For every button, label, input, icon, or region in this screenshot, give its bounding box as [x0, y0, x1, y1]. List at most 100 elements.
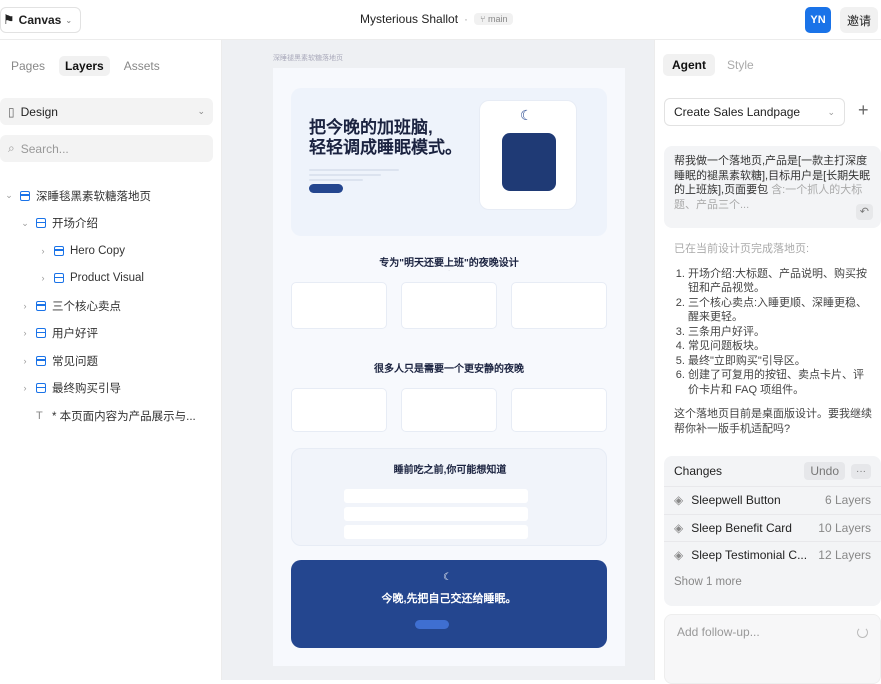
tab-agent[interactable]: Agent: [663, 54, 715, 76]
show-more-link[interactable]: Show 1 more: [664, 569, 881, 596]
review-card[interactable]: [291, 388, 387, 432]
answer-item: 三条用户好评。: [688, 325, 874, 340]
right-tabs: Agent Style: [663, 54, 754, 76]
text-icon: T: [36, 409, 43, 422]
change-count: 12 Layers: [818, 548, 871, 563]
layer-row[interactable]: ⌄ 深睡毯黑素软糖落地页: [0, 182, 220, 210]
chevron-right-icon[interactable]: ›: [20, 328, 30, 338]
change-row[interactable]: ◈ Sleepwell Button 6 Layers: [664, 486, 881, 514]
section-benefits-title: 专为"明天还要上班"的夜晚设计: [379, 258, 519, 269]
product-box: [502, 133, 556, 191]
branch-name: main: [487, 14, 508, 24]
tab-assets[interactable]: Assets: [118, 56, 166, 76]
page-icon: ▯: [8, 104, 15, 119]
left-panel: Pages Layers Assets ▯ Design ⌄ ⌕ Search.…: [0, 40, 222, 680]
new-conversation-icon[interactable]: +: [858, 100, 869, 121]
invite-button[interactable]: 邀请: [840, 7, 878, 33]
final-cta-section[interactable]: ☾ 今晚,先把自己交还给睡眠。: [291, 560, 607, 648]
branch-badge[interactable]: ⑂ main: [474, 13, 514, 25]
chevron-down-icon[interactable]: ⌄: [4, 190, 14, 201]
hero-section[interactable]: 把今晚的加班脑, 轻轻调成睡眠模式。 ☾: [291, 88, 607, 236]
layer-row[interactable]: › Hero Copy: [0, 237, 220, 265]
answer-intro: 已在当前设计页完成落地页:: [674, 243, 810, 255]
change-count: 6 Layers: [824, 493, 871, 508]
changes-title: Changes: [674, 464, 723, 478]
benefit-card[interactable]: [401, 282, 497, 329]
tab-layers[interactable]: Layers: [59, 56, 110, 76]
followup-placeholder: Add follow-up...: [677, 625, 760, 639]
cta-buy-button[interactable]: [415, 620, 449, 629]
logo-icon: ⚑: [3, 12, 15, 27]
benefit-card[interactable]: [291, 282, 387, 329]
design-label: Design: [20, 104, 58, 119]
canvas-label: Canvas: [18, 13, 62, 27]
change-row[interactable]: ◈ Sleep Testimonial C... 12 Layers: [664, 541, 881, 569]
frame-icon: [36, 355, 46, 366]
layer-row[interactable]: ⌄ 开场介绍: [0, 210, 220, 238]
design-select[interactable]: ▯ Design ⌄: [0, 98, 213, 125]
undo-button[interactable]: Undo: [804, 462, 845, 480]
layer-label: 开场介绍: [52, 218, 98, 231]
landing-page-frame[interactable]: 把今晚的加班脑, 轻轻调成睡眠模式。 ☾ 专为"明天还要上班"的夜晚设计 · 很…: [273, 68, 625, 666]
cta-title: 今晚,先把自己交还给睡眠。: [381, 593, 517, 605]
frame-icon: [54, 245, 64, 256]
chevron-down-icon[interactable]: ⌄: [20, 218, 30, 229]
layer-row[interactable]: T * 本页面内容为产品展示与...: [0, 402, 220, 430]
faq-item[interactable]: [344, 525, 528, 539]
hero-buy-button[interactable]: [309, 184, 343, 193]
chevron-right-icon[interactable]: ›: [38, 273, 48, 283]
change-name: Sleep Testimonial C...: [691, 548, 808, 563]
layer-row[interactable]: › 三个核心卖点: [0, 292, 220, 320]
revert-icon[interactable]: ↶: [855, 203, 873, 220]
more-options-button[interactable]: ···: [851, 463, 871, 479]
layer-row[interactable]: › 用户好评: [0, 320, 220, 348]
search-icon: ⌕: [8, 141, 15, 155]
chevron-right-icon[interactable]: ›: [20, 383, 30, 393]
frame-icon: [36, 300, 46, 311]
faq-item[interactable]: [344, 489, 528, 503]
review-card[interactable]: [511, 388, 607, 432]
chevron-down-icon: ⌄: [827, 106, 835, 117]
answer-item: 三个核心卖点:入睡更顺、深睡更稳、醒来更轻。: [688, 296, 874, 325]
agent-panel: Agent Style Create Sales Landpage ⌄ + 帮我…: [654, 40, 881, 684]
section-reviews-title: 很多人只是需要一个更安静的夜晚: [374, 364, 524, 375]
review-card[interactable]: [401, 388, 497, 432]
frame-label[interactable]: 深睡褪黑素软糖落地页: [273, 53, 343, 63]
chevron-right-icon[interactable]: ›: [20, 356, 30, 366]
layer-row[interactable]: › 常见问题: [0, 347, 220, 375]
moon-icon: ☾: [443, 572, 452, 583]
chevron-right-icon[interactable]: ›: [38, 246, 48, 256]
project-title[interactable]: Mysterious Shallot · ⑂ main: [360, 12, 514, 26]
design-canvas[interactable]: 深睡褪黑素软糖落地页 把今晚的加班脑, 轻轻调成睡眠模式。 ☾ 专为"明天还要上…: [222, 40, 654, 680]
avatar[interactable]: YN: [805, 7, 831, 33]
frame-icon: [36, 383, 46, 394]
benefit-card[interactable]: [511, 282, 607, 329]
hero-title-line-2: 轻轻调成睡眠模式。: [309, 138, 462, 157]
agent-response: 已在当前设计页完成落地页: 开场介绍:大标题、产品说明、购买按钮和产品视觉。 三…: [674, 242, 874, 436]
answer-item: 开场介绍:大标题、产品说明、购买按钮和产品视觉。: [688, 267, 874, 296]
component-icon: ◈: [674, 493, 684, 508]
layer-row[interactable]: › Product Visual: [0, 265, 220, 293]
component-icon: ◈: [674, 520, 684, 535]
tab-style[interactable]: Style: [727, 54, 754, 76]
faq-section[interactable]: 睡前吃之前,你可能想知道: [291, 448, 607, 546]
layer-label: 深睡毯黑素软糖落地页: [36, 190, 151, 203]
faq-item[interactable]: [344, 507, 528, 521]
followup-input[interactable]: Add follow-up...: [664, 614, 881, 684]
change-row[interactable]: ◈ Sleep Benefit Card 10 Layers: [664, 513, 881, 542]
layer-row[interactable]: › 最终购买引导: [0, 375, 220, 403]
tab-pages[interactable]: Pages: [5, 56, 51, 76]
frame-icon: [54, 273, 64, 284]
canvas-menu[interactable]: ⚑ Canvas ⌄: [0, 7, 82, 33]
conversation-select[interactable]: Create Sales Landpage ⌄: [664, 98, 845, 126]
chevron-right-icon[interactable]: ›: [20, 301, 30, 311]
search-placeholder: Search...: [20, 141, 69, 156]
conversation-label: Create Sales Landpage: [674, 105, 801, 119]
answer-outro: 这个落地页目前是桌面版设计。要我继续帮你补一版手机适配吗?: [674, 408, 872, 435]
layer-search-input[interactable]: ⌕ Search...: [0, 135, 213, 162]
faq-title: 睡前吃之前,你可能想知道: [393, 465, 507, 476]
hero-title-line-1: 把今晚的加班脑,: [309, 118, 433, 137]
answer-item: 最终"立即购买"引导区。: [688, 354, 874, 369]
layer-label: 用户好评: [52, 328, 98, 341]
change-count: 10 Layers: [818, 520, 871, 535]
